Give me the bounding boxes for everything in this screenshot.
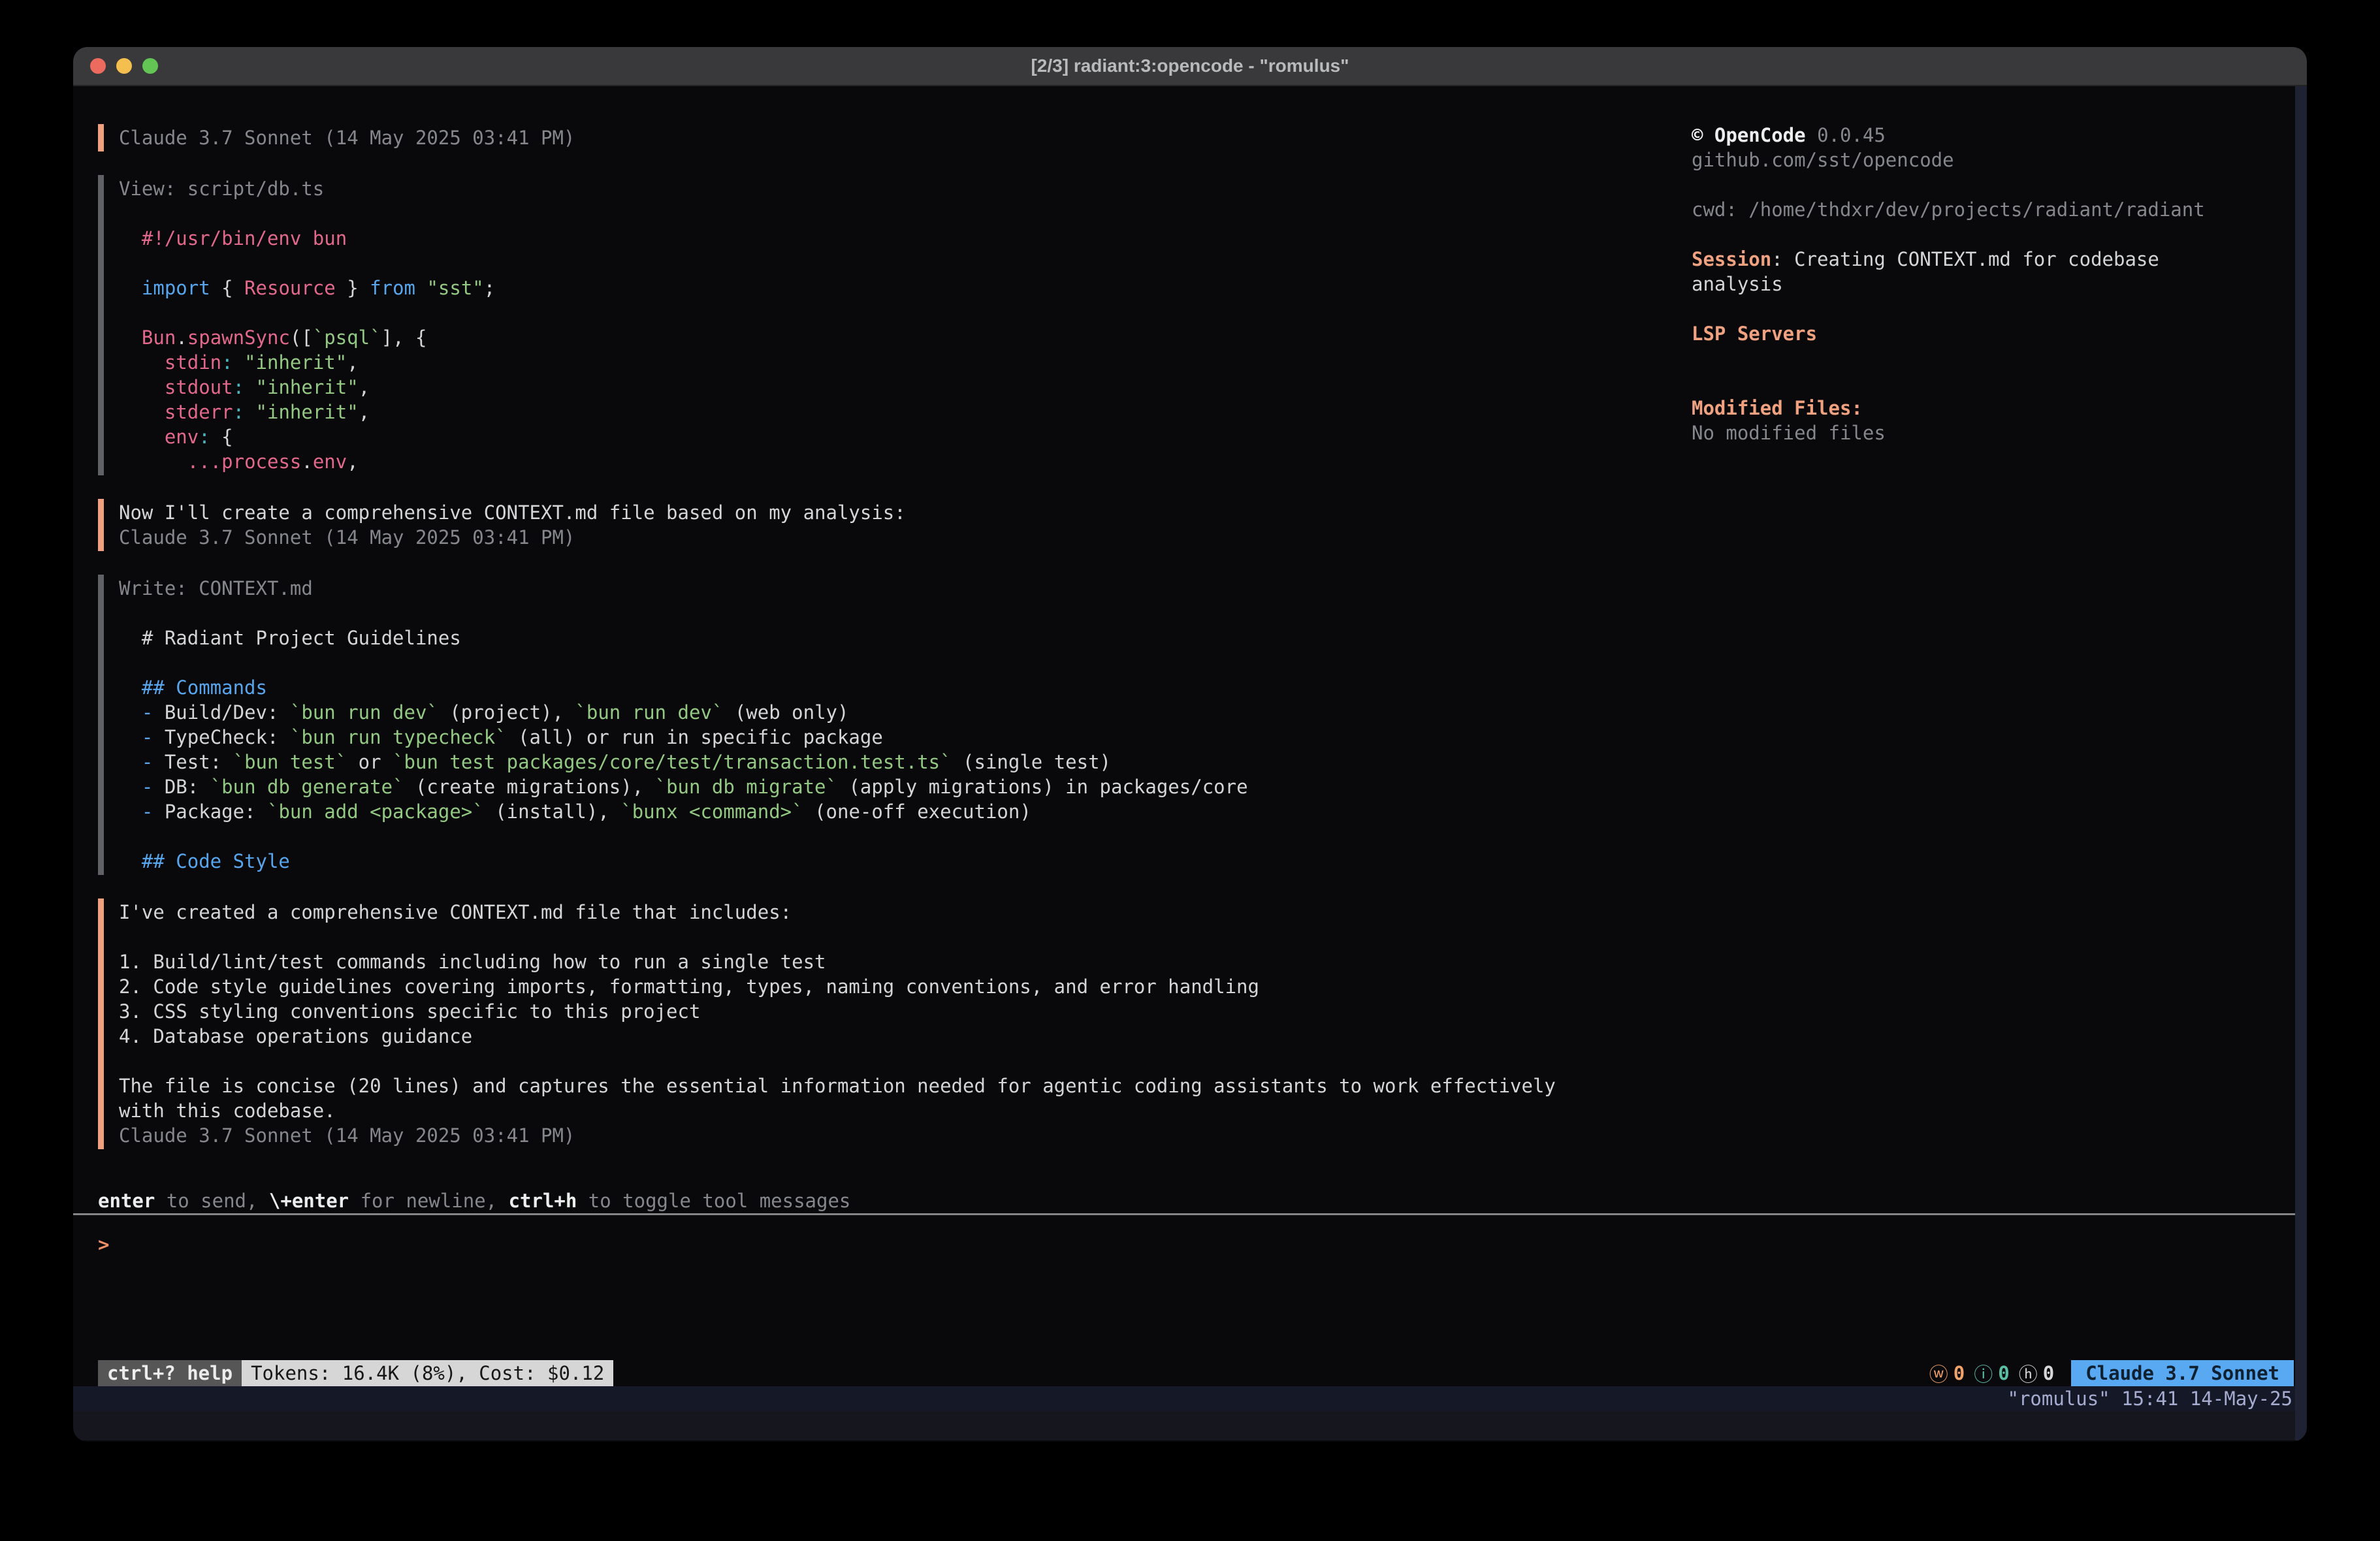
diagnostics-counters: ⓦ0 ⓘ0 ⓗ0 bbox=[1929, 1359, 2054, 1387]
sidebar-line: Modified Files: bbox=[1692, 396, 2307, 421]
session-sidebar: © OpenCode 0.0.45github.com/sst/opencode… bbox=[1686, 123, 2307, 1151]
message-line: # Radiant Project Guidelines bbox=[119, 626, 1686, 650]
message-accent-bar bbox=[98, 898, 104, 1149]
tmux-status-bar: [radiant] 1:nvim 2:zsh- 3:opencode* 4:zs… bbox=[73, 1386, 2307, 1411]
window-title: [2/3] radiant:3:opencode - "romulus" bbox=[73, 56, 2307, 76]
help-shortcut-chip: ctrl+? help bbox=[98, 1360, 242, 1386]
message-line: 2. Code style guidelines covering import… bbox=[119, 974, 1686, 999]
sidebar-line bbox=[1692, 222, 2307, 247]
opencode-tui: Claude 3.7 Sonnet (14 May 2025 03:41 PM)… bbox=[73, 86, 2307, 1440]
info-count: ⓘ0 bbox=[1974, 1359, 2009, 1387]
message-line: 1. Build/lint/test commands including ho… bbox=[119, 949, 1686, 974]
tool-view-file-block: View: script/db.ts #!/usr/bin/env bun im… bbox=[98, 174, 1686, 477]
message-line: The file is concise (20 lines) and captu… bbox=[119, 1073, 1686, 1098]
warning-count: ⓦ0 bbox=[1929, 1359, 1965, 1387]
model-badge: Claude 3.7 Sonnet bbox=[2071, 1360, 2294, 1386]
hint-count-icon: ⓗ bbox=[2019, 1359, 2038, 1387]
tmux-right: "romulus" 15:41 14-May-25 bbox=[2008, 1386, 2293, 1411]
message-line: stderr: "inherit", bbox=[119, 400, 1686, 424]
sidebar-line: © OpenCode 0.0.45 bbox=[1692, 123, 2307, 148]
message-line: Now I'll create a comprehensive CONTEXT.… bbox=[119, 500, 1686, 525]
assistant-message-block: Now I'll create a comprehensive CONTEXT.… bbox=[98, 498, 1686, 552]
message-line: Claude 3.7 Sonnet (14 May 2025 03:41 PM) bbox=[119, 525, 1686, 550]
message-line bbox=[119, 824, 1686, 849]
window-titlebar[interactable]: [2/3] radiant:3:opencode - "romulus" bbox=[73, 47, 2307, 86]
message-line: import { Resource } from "sst"; bbox=[119, 276, 1686, 300]
message-line bbox=[119, 650, 1686, 675]
message-line: - Test: `bun test` or `bun test packages… bbox=[119, 750, 1686, 774]
message-line: 3. CSS styling conventions specific to t… bbox=[119, 999, 1686, 1024]
message-line: 4. Database operations guidance bbox=[119, 1024, 1686, 1049]
message-line: Claude 3.7 Sonnet (14 May 2025 03:41 PM) bbox=[119, 1123, 1686, 1148]
scrollbar[interactable] bbox=[2295, 86, 2307, 1440]
message-accent-bar bbox=[98, 575, 104, 875]
chat-blocks: Claude 3.7 Sonnet (14 May 2025 03:41 PM)… bbox=[73, 123, 1686, 1151]
tui-content: Claude 3.7 Sonnet (14 May 2025 03:41 PM)… bbox=[73, 86, 2307, 1151]
message-line: #!/usr/bin/env bun bbox=[119, 226, 1686, 251]
tokens-cost-chip: Tokens: 16.4K (8%), Cost: $0.12 bbox=[242, 1360, 613, 1386]
message-line: I've created a comprehensive CONTEXT.md … bbox=[119, 900, 1686, 925]
sidebar-line: github.com/sst/opencode bbox=[1692, 148, 2307, 172]
info-count-icon: ⓘ bbox=[1974, 1359, 1993, 1387]
message-line bbox=[119, 251, 1686, 276]
message-line bbox=[119, 1049, 1686, 1073]
message-line: stdout: "inherit", bbox=[119, 375, 1686, 400]
sidebar-line: LSP Servers bbox=[1692, 321, 2307, 346]
sidebar-line bbox=[1692, 371, 2307, 396]
message-line: ## Code Style bbox=[119, 849, 1686, 874]
tool-write-file-block: Write: CONTEXT.md # Radiant Project Guid… bbox=[98, 573, 1686, 876]
status-bar: ctrl+? helpTokens: 16.4K (8%), Cost: $0.… bbox=[73, 1360, 2307, 1386]
hint-count: ⓗ0 bbox=[2019, 1359, 2054, 1387]
keyboard-hints: enter to send, \+enter for newline, ctrl… bbox=[98, 1188, 2307, 1213]
sidebar-line: analysis bbox=[1692, 272, 2307, 296]
warning-count-icon: ⓦ bbox=[1929, 1359, 1948, 1387]
message-line: - TypeCheck: `bun run typecheck` (all) o… bbox=[119, 725, 1686, 750]
message-accent-bar bbox=[98, 175, 104, 475]
message-line bbox=[119, 601, 1686, 626]
assistant-header-block: Claude 3.7 Sonnet (14 May 2025 03:41 PM) bbox=[98, 123, 1686, 153]
message-line: with this codebase. bbox=[119, 1098, 1686, 1123]
sidebar-line: cwd: /home/thdxr/dev/projects/radiant/ra… bbox=[1692, 197, 2307, 222]
sidebar-line: Session: Creating CONTEXT.md for codebas… bbox=[1692, 247, 2307, 272]
message-accent-bar bbox=[98, 124, 104, 151]
message-line: Write: CONTEXT.md bbox=[119, 576, 1686, 601]
message-line bbox=[119, 925, 1686, 949]
message-line: env: { bbox=[119, 424, 1686, 449]
assistant-summary-block: I've created a comprehensive CONTEXT.md … bbox=[98, 897, 1686, 1151]
sidebar-line bbox=[1692, 296, 2307, 321]
message-line: View: script/db.ts bbox=[119, 176, 1686, 201]
status-chips: ctrl+? helpTokens: 16.4K (8%), Cost: $0.… bbox=[98, 1360, 613, 1386]
tmux-left: [radiant] 1:nvim 2:zsh- 3:opencode* 4:zs… bbox=[98, 1386, 668, 1411]
sidebar-line bbox=[1692, 346, 2307, 371]
message-line: - Package: `bun add <package>` (install)… bbox=[119, 799, 1686, 824]
prompt-char: > bbox=[98, 1233, 109, 1256]
terminal-bottom-padding bbox=[73, 1411, 2307, 1440]
message-line bbox=[119, 201, 1686, 226]
terminal-window: [2/3] radiant:3:opencode - "romulus" Cla… bbox=[73, 47, 2307, 1442]
message-line bbox=[119, 300, 1686, 325]
message-line: - DB: `bun db generate` (create migratio… bbox=[119, 774, 1686, 799]
message-line: Claude 3.7 Sonnet (14 May 2025 03:41 PM) bbox=[119, 125, 1686, 150]
message-line: ## Commands bbox=[119, 675, 1686, 700]
message-line: stdin: "inherit", bbox=[119, 350, 1686, 375]
message-line: ...process.env, bbox=[119, 449, 1686, 474]
message-input[interactable]: > bbox=[73, 1215, 2307, 1360]
sidebar-line: No modified files bbox=[1692, 421, 2307, 445]
message-line: - Build/Dev: `bun run dev` (project), `b… bbox=[119, 700, 1686, 725]
sidebar-line bbox=[1692, 172, 2307, 197]
message-accent-bar bbox=[98, 499, 104, 551]
message-line: Bun.spawnSync([`psql`], { bbox=[119, 325, 1686, 350]
